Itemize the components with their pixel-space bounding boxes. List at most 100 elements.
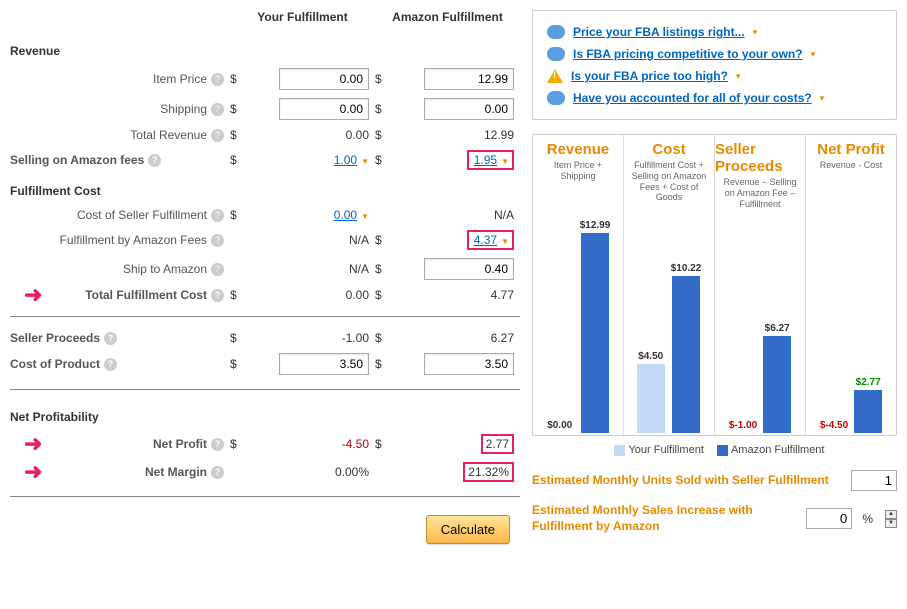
your-shipping-input[interactable] [279,98,369,120]
amz-item-price-input[interactable] [424,68,514,90]
spinner[interactable]: ▲▼ [885,510,897,528]
amz-cost-seller-f: N/A [424,208,514,222]
est-increase-label: Estimated Monthly Sales Increase with Fu… [532,503,796,534]
amz-ship-to-amz-input[interactable] [424,258,514,280]
help-icon[interactable]: ? [104,358,117,371]
bar-group: $-4.50 [820,177,848,433]
your-selling-fees-link[interactable]: 1.00 [332,153,359,167]
chart-bars: $-1.00 $6.27 [715,215,805,435]
chart-col-subtitle: Revenue - Cost [816,158,887,177]
row-cost-seller-fulfillment: Cost of Seller Fulfillment? [10,208,230,222]
tip-link-0[interactable]: Price your FBA listings right... [573,25,745,39]
bar [581,233,609,433]
row-item-price: Item Price? [10,72,230,86]
legend-swatch-amz [717,445,728,456]
your-net-profit: -4.50 [279,437,369,451]
chevron-down-icon: ▾ [736,71,741,82]
your-net-margin: 0.00% [279,465,369,479]
chart-col: Net ProfitRevenue - Cost$-4.50 $2.77 [805,135,896,435]
help-icon[interactable]: ? [104,332,117,345]
bar [763,336,791,433]
bar-label: $0.00 [547,420,572,431]
caret-down-icon: ▼ [361,212,369,221]
row-total-fc: ➜Total Fulfillment Cost? [10,288,230,302]
calculate-button[interactable]: Calculate [426,515,510,544]
help-icon[interactable]: ? [211,466,224,479]
row-ship-to-amz: Ship to Amazon? [10,262,230,276]
section-net-profitability: Net Profitability [10,404,520,426]
amz-total-revenue: 12.99 [424,128,514,142]
chevron-down-icon: ▾ [753,27,758,38]
bar-group: $0.00 [546,188,574,433]
amz-shipping-input[interactable] [424,98,514,120]
chart-col: Seller ProceedsRevenue – Selling on Amaz… [714,135,805,435]
bar-group: $6.27 [763,215,791,433]
bar-label: $2.77 [856,377,881,388]
est-units-label: Estimated Monthly Units Sold with Seller… [532,473,841,489]
caret-down-icon: ▼ [361,157,369,166]
caret-down-icon: ▼ [501,237,509,246]
amz-total-fc: 4.77 [424,288,514,302]
your-total-revenue: 0.00 [279,128,369,142]
tips-panel: Price your FBA listings right... ▾ Is FBA… [532,10,897,120]
chat-bubble-icon [547,25,565,39]
your-cost-seller-f-link[interactable]: 0.00 [332,208,359,222]
chart-legend: Your Fulfillment Amazon Fulfillment [532,436,897,464]
spinner-down-icon: ▼ [885,519,897,528]
chart-bars: $-4.50 $2.77 [806,177,896,435]
row-selling-fees: Selling on Amazon fees? [10,153,230,167]
bar-group: $12.99 [580,188,611,433]
help-icon[interactable]: ? [211,438,224,451]
bar-group: $-1.00 [729,215,757,433]
amz-cost-product-input[interactable] [424,353,514,375]
tip-link-2[interactable]: Is your FBA price too high? [571,69,728,83]
chart-col-subtitle: Item Price + Shipping [533,158,623,188]
row-fba-fees: Fulfillment by Amazon Fees? [10,233,230,247]
bar-label: $10.22 [671,263,702,274]
help-icon[interactable]: ? [211,103,224,116]
amz-selling-fees-link[interactable]: 1.95 [472,153,499,167]
your-seller-proceeds: -1.00 [279,331,369,345]
est-increase-row: Estimated Monthly Sales Increase with Fu… [532,497,897,540]
help-icon[interactable]: ? [211,234,224,247]
chart-col-subtitle: Revenue – Selling on Amazon Fee – Fulfil… [715,175,805,215]
bar-label: $12.99 [580,220,611,231]
legend-swatch-your [614,445,625,456]
fba-calculator-grid: Your Fulfillment Amazon Fulfillment Reve… [10,10,520,503]
chart-col-subtitle: Fulfillment Cost + Selling on Amazon Fee… [624,158,714,209]
section-fulfillment: Fulfillment Cost [10,178,520,200]
bar-label: $-1.00 [729,420,757,431]
tip-link-3[interactable]: Have you accounted for all of your costs… [573,91,812,105]
chart-col-title: Net Profit [817,135,885,158]
chart-col: CostFulfillment Cost + Selling on Amazon… [623,135,714,435]
row-cost-product: Cost of Product? [10,357,230,371]
amz-net-margin: 21.32% [463,462,514,482]
help-icon[interactable]: ? [211,289,224,302]
help-icon[interactable]: ? [211,73,224,86]
arrow-icon: ➜ [24,282,42,308]
help-icon[interactable]: ? [148,154,161,167]
chevron-down-icon: ▾ [820,93,825,104]
amz-net-profit: 2.77 [481,434,514,454]
bar [637,364,665,433]
caret-down-icon: ▼ [501,157,509,166]
warning-icon [547,69,563,83]
tip-link-1[interactable]: Is FBA pricing competitive to your own? [573,47,803,61]
help-icon[interactable]: ? [211,209,224,222]
spinner-up-icon: ▲ [885,510,897,519]
amz-fba-fees-link[interactable]: 4.37 [472,233,499,247]
est-units-row: Estimated Monthly Units Sold with Seller… [532,464,897,497]
your-cost-product-input[interactable] [279,353,369,375]
your-ship-to-amz: N/A [279,262,369,276]
row-net-profit: ➜Net Profit? [10,437,230,451]
your-total-fc: 0.00 [279,288,369,302]
est-units-input[interactable] [851,470,897,491]
est-increase-input[interactable] [806,508,852,529]
bar-group: $10.22 [671,209,702,433]
your-item-price-input[interactable] [279,68,369,90]
help-icon[interactable]: ? [211,129,224,142]
chat-bubble-icon [547,91,565,105]
amz-seller-proceeds: 6.27 [424,331,514,345]
col-header-amz: Amazon Fulfillment [375,10,520,30]
help-icon[interactable]: ? [211,263,224,276]
